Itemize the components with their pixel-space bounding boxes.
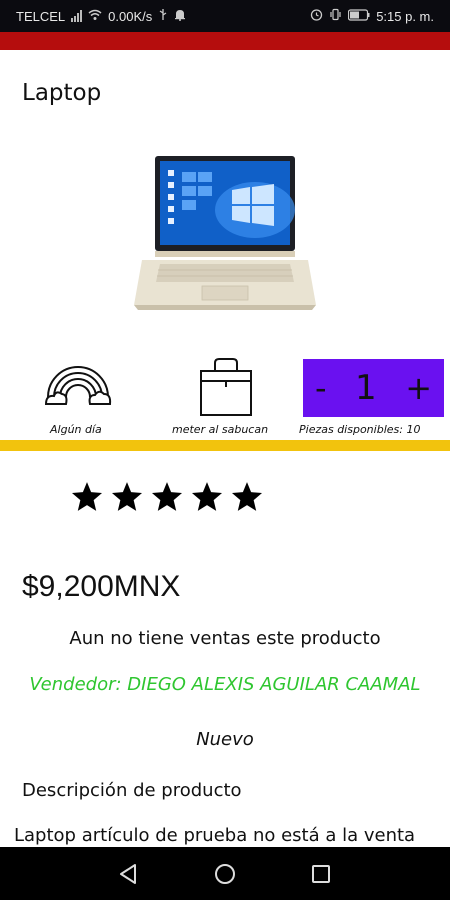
sales-note: Aun no tiene ventas este producto xyxy=(69,628,381,649)
star-icon xyxy=(151,482,183,511)
product-condition: Nuevo xyxy=(196,729,254,750)
star-icon xyxy=(71,482,103,511)
available-pieces-caption: Piezas disponibles: 10 xyxy=(299,423,421,436)
star-icon xyxy=(231,482,263,511)
seller-name[interactable]: Vendedor: DIEGO ALEXIS AGUILAR CAAMAL xyxy=(0,674,450,695)
status-left: TELCEL 0.00K/s xyxy=(16,8,186,24)
rating-stars xyxy=(70,480,264,514)
status-bar: TELCEL 0.00K/s 5:15 p. m. xyxy=(0,0,450,32)
network-speed: 0.00K/s xyxy=(108,8,153,24)
quantity-value: 1 xyxy=(355,368,377,408)
feature-rainbow xyxy=(44,357,112,413)
feature-bag-caption: meter al sabucan xyxy=(172,423,269,436)
increment-button[interactable]: + xyxy=(405,372,432,404)
feature-bag xyxy=(198,357,254,421)
shopping-bag-icon xyxy=(200,358,252,416)
clock: 5:15 p. m. xyxy=(376,8,434,24)
battery-icon xyxy=(348,8,370,24)
usb-icon xyxy=(158,8,168,24)
decrement-button[interactable]: - xyxy=(315,372,327,404)
feature-rainbow-caption: Algún día xyxy=(50,423,102,436)
notification-bell-icon xyxy=(174,8,186,24)
back-icon[interactable] xyxy=(116,861,142,887)
rainbow-icon xyxy=(44,366,112,405)
carrier-name: TELCEL xyxy=(16,8,66,24)
star-icon xyxy=(191,482,223,511)
status-right: 5:15 p. m. xyxy=(310,8,434,24)
quantity-stepper: - 1 + xyxy=(303,359,444,417)
star-icon xyxy=(111,482,143,511)
vibrate-icon xyxy=(329,8,342,24)
description-text: Laptop artículo de prueba no está a la v… xyxy=(14,825,416,846)
product-image xyxy=(130,150,320,315)
system-nav-bar xyxy=(0,847,450,900)
wifi-icon xyxy=(88,9,102,24)
header-accent-bar xyxy=(0,32,450,50)
home-icon[interactable] xyxy=(212,861,238,887)
price: $9,200MNX xyxy=(22,570,181,603)
recents-icon[interactable] xyxy=(308,861,334,887)
alarm-icon xyxy=(310,8,323,24)
divider-bar xyxy=(0,440,450,451)
signal-icon xyxy=(71,10,83,22)
description-title: Descripción de producto xyxy=(22,780,242,801)
product-title: Laptop xyxy=(22,80,102,106)
